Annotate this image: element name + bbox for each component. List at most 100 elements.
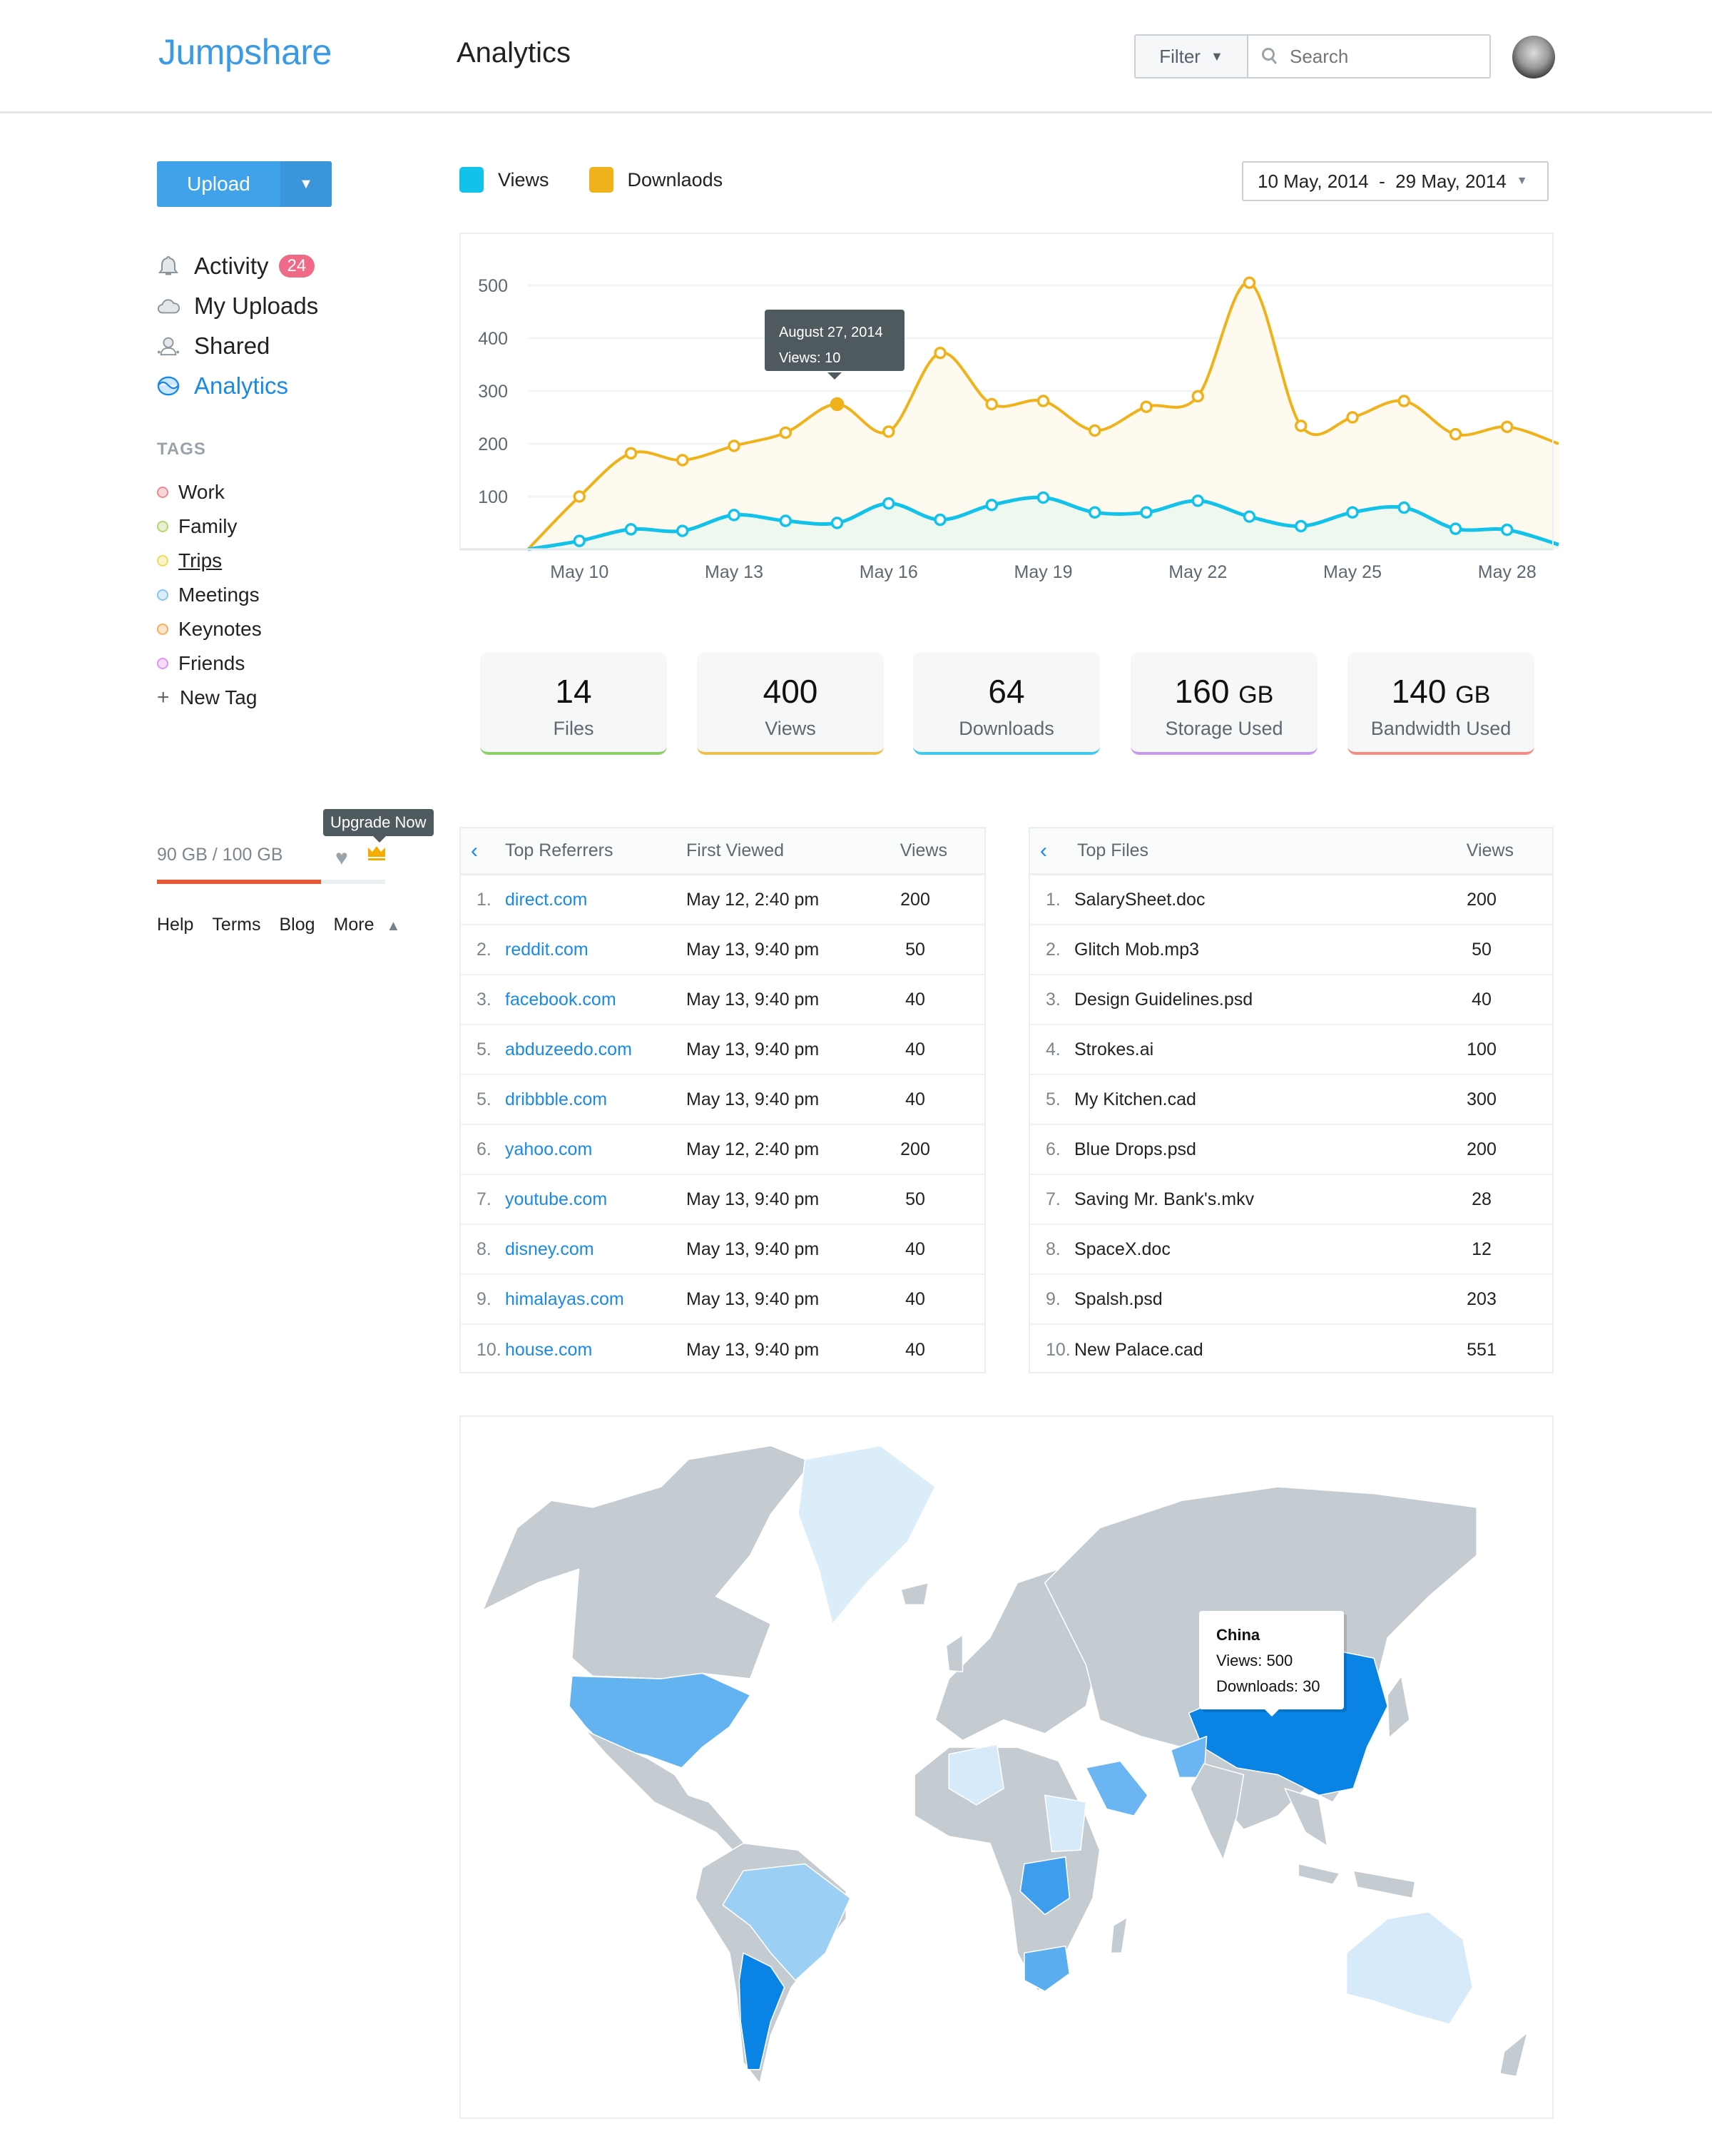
file-name[interactable]: SalarySheet.doc: [1074, 890, 1205, 910]
referrer-link[interactable]: house.com: [505, 1340, 592, 1361]
views-count: 40: [905, 989, 925, 1010]
tag-color-dot: [157, 658, 168, 669]
map-region-iceland: [900, 1582, 929, 1606]
footer-link-terms[interactable]: Terms: [212, 915, 260, 935]
new-tag-button[interactable]: + New Tag: [157, 681, 262, 715]
x-tick-label: May 22: [1168, 562, 1227, 582]
rank: 10.: [477, 1339, 501, 1360]
footer-link-more[interactable]: More ▲: [334, 915, 401, 935]
stat-card-views: 400 Views: [697, 652, 884, 755]
referrer-link[interactable]: yahoo.com: [505, 1139, 592, 1160]
views-count: 40: [905, 1039, 925, 1059]
table-row: 3. Design Guidelines.psd 40: [1030, 975, 1552, 1025]
top-referrers-table: ‹ Top Referrers First Viewed Views 1. dir…: [459, 827, 986, 1373]
file-name[interactable]: Strokes.ai: [1074, 1039, 1153, 1060]
map-region-madagascar: [1110, 1916, 1128, 1954]
referrer-link[interactable]: facebook.com: [505, 990, 616, 1010]
rank: 9.: [477, 1288, 491, 1309]
table-row: 5. dribbble.com May 13, 9:40 pm 40: [461, 1075, 984, 1125]
table-row: 1. direct.com May 12, 2:40 pm 200: [461, 875, 984, 925]
table-row: 3. facebook.com May 13, 9:40 pm 40: [461, 975, 984, 1025]
footer-link-help[interactable]: Help: [157, 915, 193, 935]
chart-frame: [459, 233, 1554, 549]
x-tick-label: May 10: [550, 562, 608, 582]
views-count: 40: [905, 1239, 925, 1259]
file-name[interactable]: Saving Mr. Bank's.mkv: [1074, 1189, 1254, 1210]
tag-keynotes[interactable]: Keynotes: [157, 612, 262, 646]
referrer-link[interactable]: abduzeedo.com: [505, 1039, 632, 1060]
rank: 10.: [1046, 1339, 1071, 1360]
map-region-southeast-asia: [1284, 1788, 1328, 1847]
map-region-new-zealand: [1499, 2032, 1529, 2078]
first-viewed: May 13, 9:40 pm: [686, 1239, 820, 1259]
table-row: 10. house.com May 13, 9:40 pm 40: [461, 1325, 984, 1375]
file-name[interactable]: New Palace.cad: [1074, 1340, 1203, 1361]
table-row: 8. disney.com May 13, 9:40 pm 40: [461, 1225, 984, 1275]
heart-icon[interactable]: ♥: [335, 846, 348, 870]
rank: 3.: [477, 989, 491, 1010]
column-header[interactable]: First Viewed: [686, 840, 784, 861]
column-header[interactable]: Views: [1467, 840, 1514, 861]
file-name[interactable]: My Kitchen.cad: [1074, 1089, 1196, 1110]
crown-icon[interactable]: [367, 845, 386, 865]
views-count: 12: [1472, 1239, 1492, 1259]
table-header: ‹ Top Files Views: [1030, 828, 1552, 875]
table-row: 9. himalayas.com May 13, 9:40 pm 40: [461, 1275, 984, 1325]
table-row: 6. yahoo.com May 12, 2:40 pm 200: [461, 1125, 984, 1175]
file-name[interactable]: Spalsh.psd: [1074, 1289, 1163, 1310]
referrer-link[interactable]: reddit.com: [505, 940, 588, 960]
footer-link-blog[interactable]: Blog: [279, 915, 315, 935]
map-tooltip: China Views: 500 Downloads: 30: [1199, 1611, 1344, 1717]
file-name[interactable]: Design Guidelines.psd: [1074, 990, 1253, 1010]
upgrade-tooltip: Upgrade Now: [323, 809, 434, 843]
new-tag-label: New Tag: [180, 686, 258, 708]
map-region-japan: [1387, 1675, 1410, 1739]
map-region-australia: [1345, 1911, 1474, 2025]
x-tick-label: May 16: [860, 562, 918, 582]
rank: 9.: [1046, 1288, 1061, 1309]
map-region-indonesia: [1298, 1863, 1416, 1899]
map-region-uk: [945, 1634, 964, 1673]
column-header[interactable]: Top Referrers: [505, 840, 613, 861]
column-header[interactable]: Top Files: [1077, 840, 1148, 861]
first-viewed: May 13, 9:40 pm: [686, 1039, 820, 1059]
rank: 1.: [477, 889, 491, 910]
referrer-link[interactable]: himalayas.com: [505, 1289, 624, 1310]
referrer-link[interactable]: youtube.com: [505, 1189, 607, 1210]
tag-friends[interactable]: Friends: [157, 646, 262, 681]
rank: 3.: [1046, 989, 1061, 1010]
map-region-india: [1189, 1763, 1245, 1861]
tooltip-country: China: [1216, 1626, 1260, 1644]
file-name[interactable]: Blue Drops.psd: [1074, 1139, 1196, 1160]
chevron-left-icon[interactable]: ‹: [471, 839, 478, 863]
views-count: 200: [900, 889, 930, 910]
rank: 6.: [477, 1139, 491, 1159]
referrer-link[interactable]: dribbble.com: [505, 1089, 607, 1110]
views-count: 50: [905, 939, 925, 960]
rank: 8.: [477, 1239, 491, 1259]
world-map-svg: [482, 1445, 1529, 2084]
stat-label: Views: [765, 718, 816, 739]
x-tick-label: May 13: [705, 562, 763, 582]
referrer-link[interactable]: disney.com: [505, 1239, 594, 1260]
views-count: 200: [1467, 1139, 1497, 1159]
views-count: 203: [1467, 1288, 1497, 1309]
file-name[interactable]: Glitch Mob.mp3: [1074, 940, 1199, 960]
x-tick-label: May 19: [1014, 562, 1073, 582]
file-name[interactable]: SpaceX.doc: [1074, 1239, 1171, 1260]
first-viewed: May 12, 2:40 pm: [686, 1139, 820, 1159]
referrer-link[interactable]: direct.com: [505, 890, 587, 910]
world-map: [459, 1415, 1554, 2119]
table-row: 5. abduzeedo.com May 13, 9:40 pm 40: [461, 1025, 984, 1075]
views-count: 40: [905, 1339, 925, 1360]
first-viewed: May 13, 9:40 pm: [686, 1189, 820, 1209]
stat-card-files: 14 Files: [480, 652, 667, 755]
chevron-left-icon[interactable]: ‹: [1040, 839, 1047, 863]
table-row: 7. Saving Mr. Bank's.mkv 28: [1030, 1175, 1552, 1225]
table-row: 1. SalarySheet.doc 200: [1030, 875, 1552, 925]
column-header[interactable]: Views: [900, 840, 947, 861]
x-tick-label: May 25: [1323, 562, 1382, 582]
first-viewed: May 12, 2:40 pm: [686, 889, 820, 910]
map-region-africa: [914, 1746, 1101, 1992]
map-region-south-africa: [1024, 1946, 1071, 1992]
